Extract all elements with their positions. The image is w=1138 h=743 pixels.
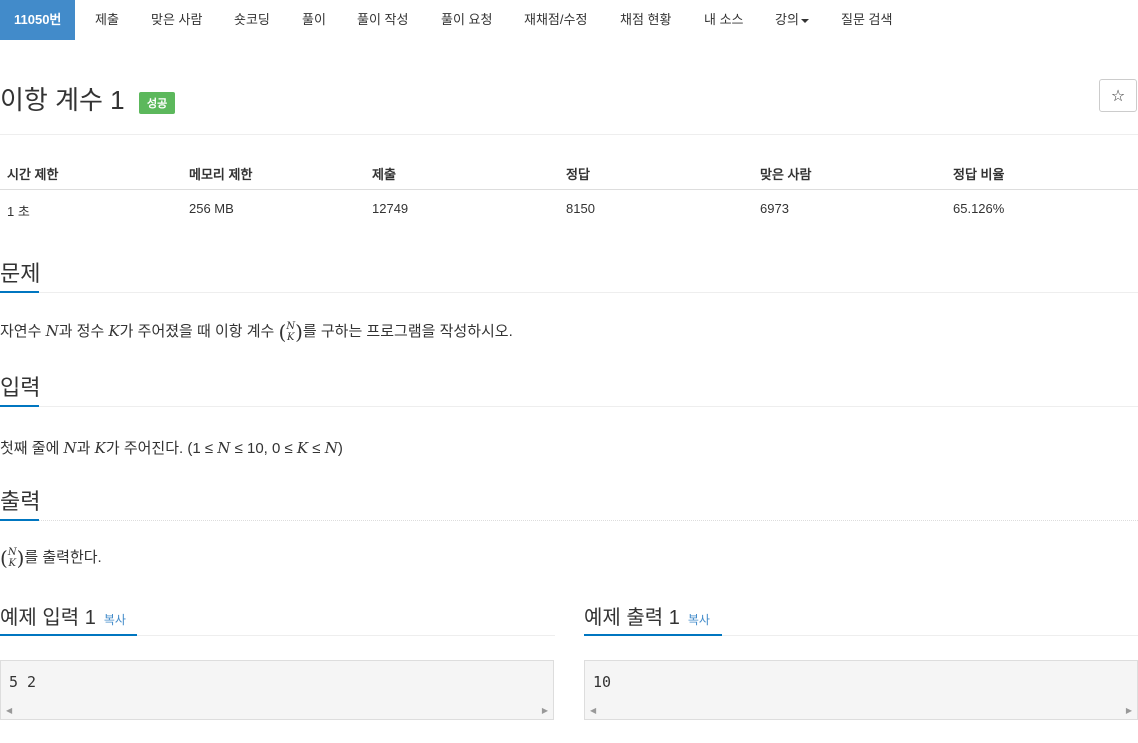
nav-tab-request-solution[interactable]: 풀이 요청 — [441, 0, 492, 40]
output-description: (N K)를 출력한다. — [0, 546, 102, 571]
nav-tab-accepted-users[interactable]: 맞은 사람 — [151, 0, 202, 40]
section-divider — [0, 292, 1138, 293]
table-cell-accepted: 8150 — [566, 201, 595, 216]
table-header-memory-limit: 메모리 제한 — [189, 167, 253, 182]
copy-input-link[interactable]: 복사 — [104, 613, 126, 627]
star-icon: ☆ — [1110, 88, 1126, 105]
example-input-heading: 예제 입력 1 복사 — [0, 607, 126, 629]
binomial-formula: (N K) — [278, 320, 303, 345]
nav-tab-problem-number[interactable]: 11050번 — [0, 0, 76, 40]
top-navbar: 11050번 제출 맞은 사람 숏코딩 풀이 풀이 작성 풀이 요청 재채점/수… — [0, 0, 1138, 40]
nav-tab-question-search[interactable]: 질문 검색 — [841, 0, 892, 40]
nav-tab-write-solution[interactable]: 풀이 작성 — [357, 0, 408, 40]
section-heading-input: 입력 — [0, 375, 41, 400]
nav-tab-rejudge[interactable]: 재채점/수정 — [524, 0, 587, 40]
section-heading-output: 출력 — [0, 489, 41, 514]
example-input-content: 5 2 — [9, 673, 37, 691]
example-output-box[interactable]: 10 ◀ ▶ — [584, 660, 1138, 720]
section-underline — [0, 519, 39, 521]
title-divider — [0, 134, 1138, 135]
section-heading-problem: 문제 — [0, 261, 41, 286]
table-cell-accept-ratio: 65.126% — [953, 201, 1005, 216]
nav-tab-status[interactable]: 채점 현황 — [620, 0, 671, 40]
section-underline — [0, 291, 39, 293]
scroll-left-icon[interactable]: ◀ — [590, 706, 596, 715]
section-divider — [0, 520, 1138, 522]
favorite-star-button[interactable]: ☆ — [1099, 79, 1137, 112]
table-cell-memory-limit: 256 MB — [189, 201, 234, 216]
section-divider — [0, 406, 1138, 407]
nav-tab-lectures-dropdown[interactable]: 강의 — [775, 0, 809, 40]
table-cell-accepted-users: 6973 — [760, 201, 789, 216]
scroll-right-icon[interactable]: ▶ — [1126, 706, 1132, 715]
example-input-box[interactable]: 5 2 ◀ ▶ — [0, 660, 554, 720]
status-badge: 성공 — [139, 92, 176, 114]
table-header-divider — [0, 189, 1138, 190]
scroll-right-icon[interactable]: ▶ — [542, 706, 548, 715]
table-header-submissions: 제출 — [372, 167, 396, 182]
nav-lectures-label: 강의 — [775, 12, 799, 27]
scroll-left-icon[interactable]: ◀ — [6, 706, 12, 715]
table-cell-submissions: 12749 — [372, 201, 409, 216]
nav-tab-solutions[interactable]: 풀이 — [302, 0, 326, 40]
table-cell-time-limit: 1 초 — [7, 204, 30, 219]
section-underline — [584, 634, 722, 636]
nav-tab-my-source[interactable]: 내 소스 — [704, 0, 744, 40]
problem-description: 자연수 N과 정수 K가 주어졌을 때 이항 계수 (N K)를 구하는 프로그램… — [0, 320, 513, 345]
input-description: 첫째 줄에 N과 K가 주어진다. (1 ≤ N ≤ 10, 0 ≤ K ≤ N… — [0, 439, 343, 457]
example-output-heading: 예제 출력 1 복사 — [584, 607, 710, 629]
caret-down-icon — [800, 18, 809, 23]
binomial-formula: (N K) — [0, 546, 25, 571]
section-underline — [0, 634, 137, 636]
table-header-accepted-users: 맞은 사람 — [760, 167, 812, 182]
example-output-content: 10 — [593, 673, 612, 691]
table-header-accept-ratio: 정답 비율 — [953, 167, 1005, 182]
table-header-accepted: 정답 — [566, 167, 590, 182]
section-underline — [0, 405, 39, 407]
table-header-time-limit: 시간 제한 — [7, 167, 59, 182]
nav-tab-short-coding[interactable]: 숏코딩 — [234, 0, 270, 40]
problem-title: 이항 계수 1 — [0, 85, 125, 115]
copy-output-link[interactable]: 복사 — [688, 613, 710, 627]
nav-tab-submit[interactable]: 제출 — [95, 0, 119, 40]
